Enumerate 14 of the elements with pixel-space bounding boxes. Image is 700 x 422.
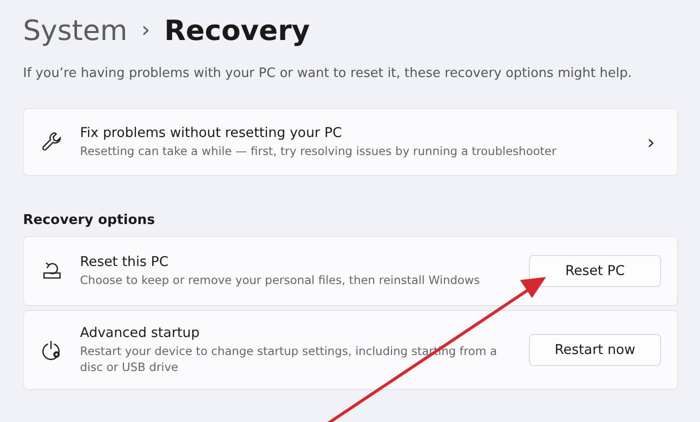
card-title: Fix problems without resetting your PC [80, 124, 343, 141]
option-title: Reset this PC [80, 254, 170, 270]
page-description: If you’re having problems with your PC or want to reset it, these recovery options might help. [23, 66, 633, 83]
breadcrumb-parent[interactable]: System [23, 14, 128, 46]
page-title: Recovery [164, 14, 310, 46]
card-subtitle: Resetting can take a while — first, try resolving issues by running a troubleshooter [80, 142, 558, 160]
reset-button[interactable]: Reset PC [529, 255, 661, 287]
option-title: Advanced startup [80, 324, 201, 341]
restart-button[interactable]: Restart now [529, 334, 661, 366]
fix-problems-card[interactable]: Fix problems without resetting your PC Resetting can take a while — first, try resolving issues by running a troubleshooter › [23, 108, 678, 176]
section-heading: Recovery options [23, 212, 156, 228]
breadcrumb-separator: › [141, 18, 150, 42]
option-subtitle: Choose to keep or remove your personal files, then reinstall Windows [80, 272, 481, 288]
chevron-icon: › [647, 130, 661, 154]
